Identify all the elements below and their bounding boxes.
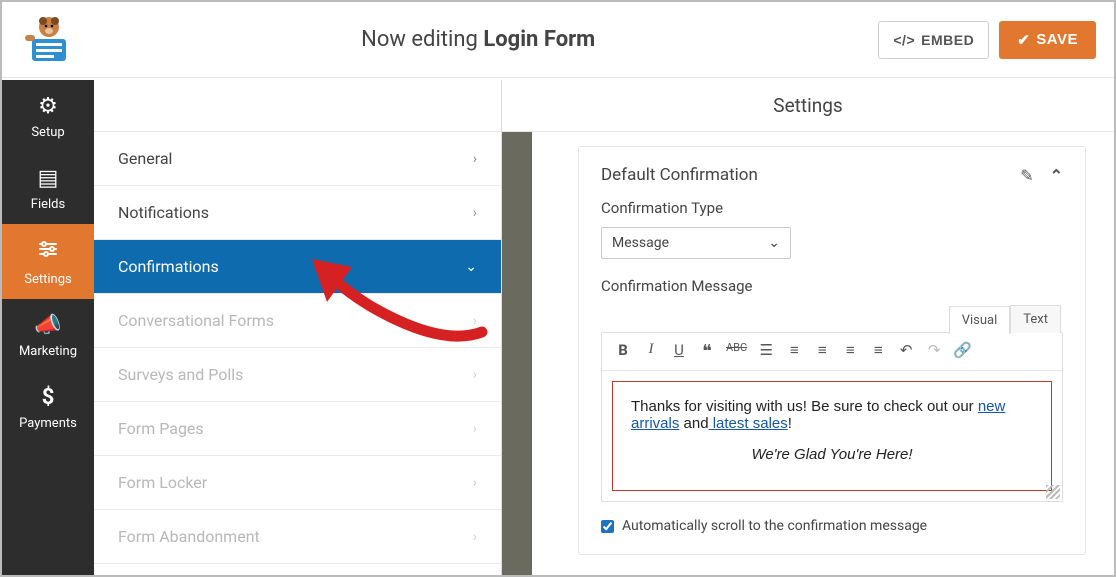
submenu-label: General xyxy=(118,149,172,168)
app-logo xyxy=(20,11,78,69)
message-line1: Thanks for visiting with us! Be sure to … xyxy=(631,398,1033,432)
rail-label: Setup xyxy=(31,125,64,140)
submenu-item-form-pages[interactable]: Form Pages › xyxy=(94,402,501,456)
submenu-item-conversational-forms[interactable]: Conversational Forms › xyxy=(94,294,501,348)
rail-item-payments[interactable]: $ Payments xyxy=(2,371,94,443)
rail-item-fields[interactable]: ▤ Fields xyxy=(2,152,94,224)
submenu-label: Form Locker xyxy=(118,473,207,492)
submenu-list: General › Notifications › Confirmations … xyxy=(94,132,501,564)
submenu-spacer xyxy=(94,80,501,132)
bullhorn-icon: 📣 xyxy=(6,313,90,338)
form-name: Login Form xyxy=(483,27,595,52)
submenu-item-surveys-polls[interactable]: Surveys and Polls › xyxy=(94,348,501,402)
submenu-label: Surveys and Polls xyxy=(118,365,243,384)
chevron-right-icon: › xyxy=(473,205,477,221)
submenu-item-form-abandonment[interactable]: Form Abandonment › xyxy=(94,510,501,564)
sliders-icon xyxy=(6,238,90,266)
left-rail: ⚙ Setup ▤ Fields Settings 📣 Marketing $ … xyxy=(2,80,94,575)
editor-textarea[interactable]: Thanks for visiting with us! Be sure to … xyxy=(612,381,1052,491)
number-list-icon[interactable]: ≡ xyxy=(785,341,803,362)
undo-icon[interactable]: ↶ xyxy=(897,341,915,362)
rich-text-editor: B I U ❝ ABC ☰ ≡ ≡ ≡ ≡ ↶ ↷ 🔗 xyxy=(601,332,1063,502)
panel-actions: ✎ ⌃ xyxy=(1020,166,1063,185)
content-area: Settings Default Confirmation ✎ ⌃ Confir… xyxy=(502,80,1114,575)
submenu-item-form-locker[interactable]: Form Locker › xyxy=(94,456,501,510)
gear-icon: ⚙ xyxy=(6,94,90,119)
align-right-icon[interactable]: ≡ xyxy=(869,341,887,362)
tab-visual[interactable]: Visual xyxy=(949,306,1011,334)
rail-label: Payments xyxy=(19,416,77,431)
save-button[interactable]: ✔ SAVE xyxy=(999,21,1096,59)
align-center-icon[interactable]: ≡ xyxy=(841,341,859,362)
autoscroll-checkbox[interactable] xyxy=(601,520,614,533)
content-heading-row: Settings xyxy=(502,80,1114,132)
submenu-item-general[interactable]: General › xyxy=(94,132,501,186)
embed-label: EMBED xyxy=(921,32,974,48)
submenu-label: Form Pages xyxy=(118,419,204,438)
rail-item-setup[interactable]: ⚙ Setup xyxy=(2,80,94,152)
chevron-right-icon: › xyxy=(473,313,477,329)
italic-icon[interactable]: I xyxy=(642,341,660,362)
dollar-icon: $ xyxy=(6,385,90,410)
strike-icon[interactable]: ABC xyxy=(726,341,747,362)
resize-handle[interactable] xyxy=(1046,485,1060,499)
confirmation-type-select[interactable]: Message ⌄ xyxy=(601,227,791,259)
confirmation-message-label: Confirmation Message xyxy=(601,277,1063,295)
submenu-item-confirmations[interactable]: Confirmations ⌄ xyxy=(94,240,501,294)
chevron-down-icon: ⌄ xyxy=(768,235,780,251)
message-line2: We're Glad You're Here! xyxy=(631,446,1033,463)
chevron-down-icon: ⌄ xyxy=(465,259,477,275)
collapse-icon[interactable]: ⌃ xyxy=(1050,166,1063,185)
chevron-right-icon: › xyxy=(473,475,477,491)
autoscroll-row[interactable]: Automatically scroll to the confirmation… xyxy=(601,518,1063,534)
editing-prefix: Now editing xyxy=(361,27,483,52)
chevron-right-icon: › xyxy=(473,151,477,167)
app-frame: Now editing Login Form </> EMBED ✔ SAVE … xyxy=(0,0,1116,577)
tab-text[interactable]: Text xyxy=(1010,305,1061,333)
select-value: Message xyxy=(612,235,669,251)
rail-item-marketing[interactable]: 📣 Marketing xyxy=(2,299,94,371)
editor-toolbar: B I U ❝ ABC ☰ ≡ ≡ ≡ ≡ ↶ ↷ 🔗 xyxy=(602,333,1062,371)
editor-tabs: Visual Text xyxy=(601,305,1063,333)
code-icon: </> xyxy=(893,32,915,48)
msg-mid: and xyxy=(679,415,708,432)
settings-submenu: General › Notifications › Confirmations … xyxy=(94,80,502,575)
autoscroll-label: Automatically scroll to the confirmation… xyxy=(622,518,927,534)
quote-icon[interactable]: ❝ xyxy=(698,341,716,362)
underline-icon[interactable]: U xyxy=(670,341,688,362)
page-title: Now editing Login Form xyxy=(78,27,878,52)
embed-button[interactable]: </> EMBED xyxy=(878,21,989,59)
topbar: Now editing Login Form </> EMBED ✔ SAVE xyxy=(2,2,1114,78)
msg-prefix: Thanks for visiting with us! Be sure to … xyxy=(631,398,978,415)
chevron-right-icon: › xyxy=(473,421,477,437)
chevron-right-icon: › xyxy=(473,367,477,383)
align-left-icon[interactable]: ≡ xyxy=(813,341,831,362)
panel-title: Default Confirmation xyxy=(601,165,758,185)
link-icon[interactable]: 🔗 xyxy=(953,341,972,362)
rail-label: Marketing xyxy=(19,344,77,359)
content-heading: Settings xyxy=(502,94,1114,117)
submenu-label: Conversational Forms xyxy=(118,311,274,330)
check-icon: ✔ xyxy=(1017,31,1030,49)
link-latest-sales[interactable]: latest sales xyxy=(709,415,788,432)
edit-icon[interactable]: ✎ xyxy=(1020,166,1033,185)
save-label: SAVE xyxy=(1036,31,1078,48)
chevron-right-icon: › xyxy=(473,529,477,545)
submenu-label: Confirmations xyxy=(118,257,219,276)
rail-label: Settings xyxy=(24,272,71,287)
list-icon: ▤ xyxy=(6,166,90,191)
submenu-label: Notifications xyxy=(118,203,209,222)
bold-icon[interactable]: B xyxy=(614,341,632,362)
redo-icon[interactable]: ↷ xyxy=(925,341,943,362)
rail-item-settings[interactable]: Settings xyxy=(2,224,94,299)
panel-header: Default Confirmation ✎ ⌃ xyxy=(601,165,1063,185)
confirmation-panel: Default Confirmation ✎ ⌃ Confirmation Ty… xyxy=(578,146,1086,555)
submenu-label: Form Abandonment xyxy=(118,527,260,546)
msg-suffix: ! xyxy=(788,415,792,432)
confirmation-type-label: Confirmation Type xyxy=(601,199,1063,217)
rail-label: Fields xyxy=(31,197,65,212)
submenu-item-notifications[interactable]: Notifications › xyxy=(94,186,501,240)
content-body: Default Confirmation ✎ ⌃ Confirmation Ty… xyxy=(532,132,1114,575)
bullet-list-icon[interactable]: ☰ xyxy=(757,341,775,362)
